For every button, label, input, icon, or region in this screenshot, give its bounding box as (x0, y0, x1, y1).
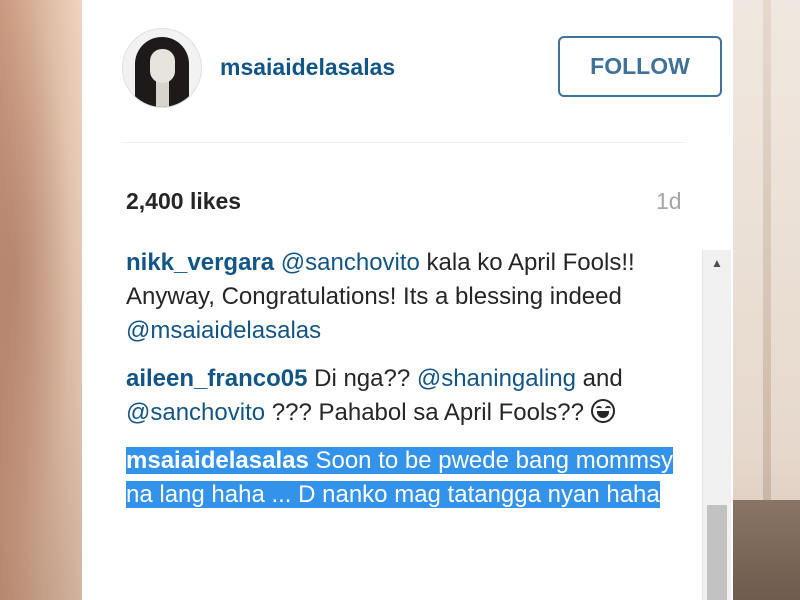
comment-mention[interactable]: @sanchovito (281, 249, 420, 276)
comment-mention[interactable]: @sanchovito (126, 399, 265, 426)
screen: msaiaidelasalas FOLLOW 2,400 likes 1d ni… (0, 0, 800, 600)
comment-item-selected: msaiaidelasalas Soon to be pwede bang mo… (126, 444, 706, 512)
comments-scrollbar[interactable]: ▲ (702, 250, 731, 600)
comment-author[interactable]: msaiaidelasalas (126, 447, 309, 474)
comment-mention[interactable]: @shaningaling (417, 365, 576, 392)
divider (122, 142, 685, 143)
likes-count[interactable]: 2,400 likes (126, 188, 241, 215)
post-header: msaiaidelasalas FOLLOW (122, 28, 722, 108)
comment-item: nikk_vergara @sanchovito kala ko April F… (126, 246, 706, 348)
grinning-face-emoji-icon (590, 399, 615, 423)
comment-author[interactable]: nikk_vergara (126, 249, 274, 276)
comment-item: aileen_franco05 Di nga?? @shaningaling a… (126, 362, 706, 430)
follow-button[interactable]: FOLLOW (558, 36, 722, 97)
comment-mention[interactable]: @msaiaidelasalas (126, 317, 321, 344)
avatar[interactable] (122, 28, 202, 108)
post-photo-right-edge (733, 0, 800, 600)
comment-text: ??? Pahabol sa April Fools?? (265, 399, 591, 426)
comment-author[interactable]: aileen_franco05 (126, 365, 307, 392)
scroll-up-arrow-icon[interactable]: ▲ (703, 250, 731, 276)
post-time[interactable]: 1d (656, 188, 682, 215)
post-side-panel: msaiaidelasalas FOLLOW 2,400 likes 1d ni… (82, 0, 733, 600)
scroll-thumb[interactable] (707, 505, 727, 600)
comment-text: and (575, 365, 623, 392)
comments-list: nikk_vergara @sanchovito kala ko April F… (126, 246, 706, 526)
post-photo-left-edge (0, 0, 82, 600)
post-username[interactable]: msaiaidelasalas (220, 54, 395, 81)
comment-text: Di nga?? (307, 365, 417, 392)
